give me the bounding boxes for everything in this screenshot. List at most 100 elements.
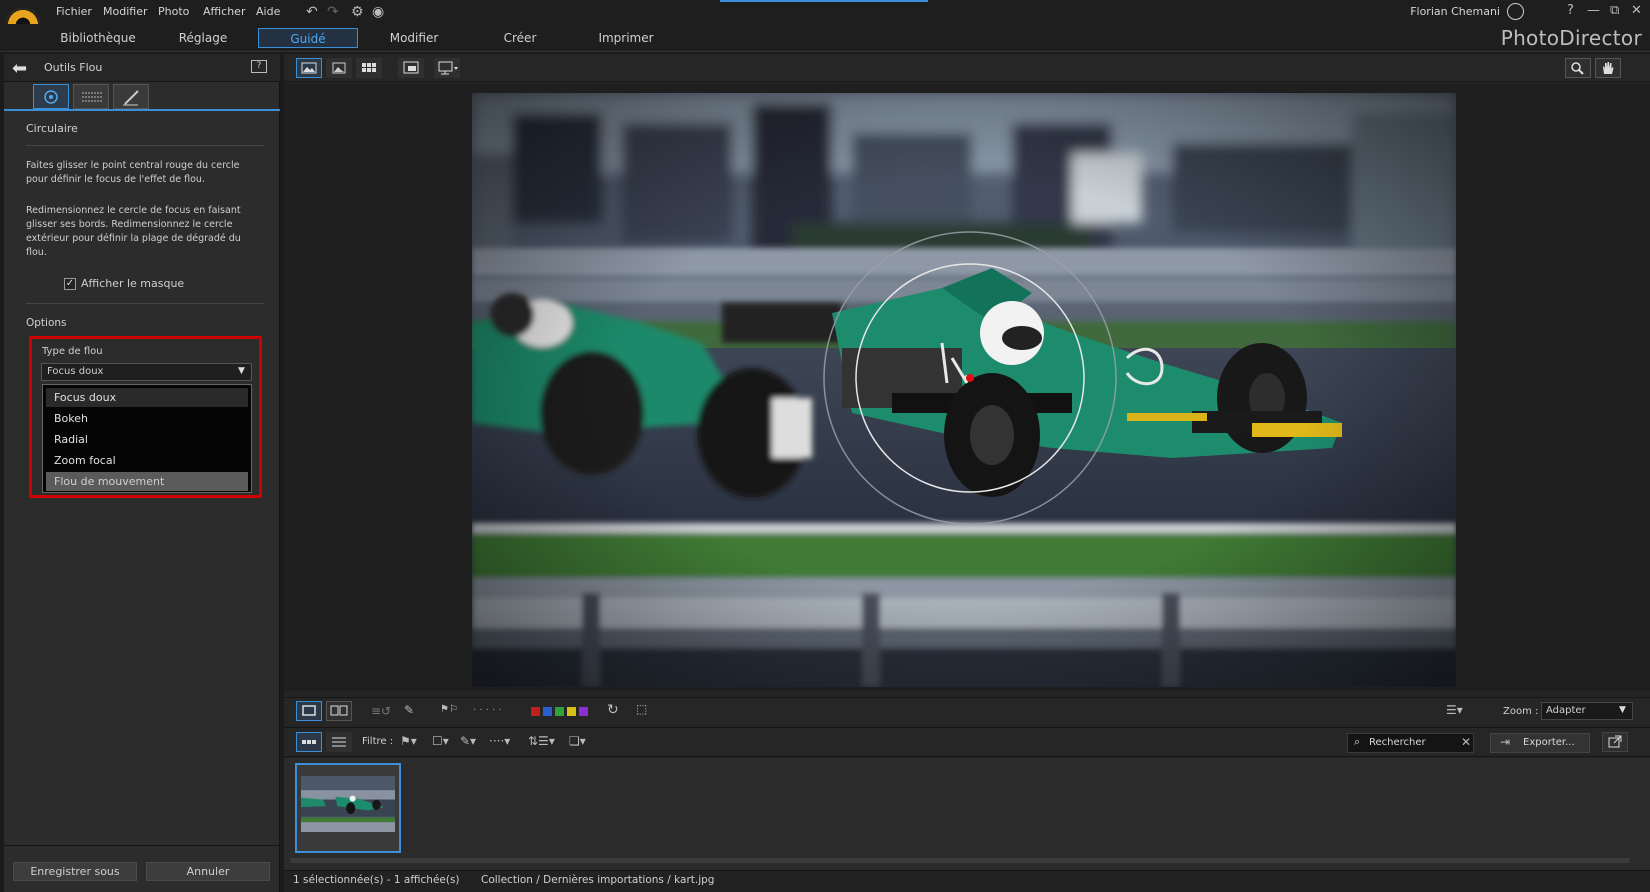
flip-icon[interactable]: ≡↺	[371, 704, 391, 718]
cancel-button[interactable]: Annuler	[146, 862, 270, 881]
show-mask-checkbox[interactable]: ✓	[64, 278, 76, 290]
subtab-underline	[4, 109, 280, 111]
rotate-icon[interactable]: ↻	[607, 702, 619, 718]
rating-dots[interactable]: · · · · ·	[473, 705, 502, 716]
race-car-photo[interactable]	[472, 93, 1456, 687]
single-frame-icon	[302, 705, 316, 716]
zoom-label: Zoom :	[1503, 706, 1539, 717]
flag-filter-icon[interactable]: ⚑▾	[400, 734, 417, 748]
label-yellow[interactable]	[567, 707, 576, 716]
brand-name: PhotoDirector	[1500, 26, 1642, 50]
external-link-icon	[1608, 735, 1622, 748]
blur-type-selected-value: Focus doux	[47, 366, 104, 377]
rating-filter-icon[interactable]: ☐▾	[432, 734, 449, 748]
divider	[26, 145, 264, 146]
section-options: Options	[26, 317, 67, 329]
title-progress-indicator	[720, 0, 928, 2]
filter-label: Filtre :	[362, 736, 394, 747]
save-as-button[interactable]: Enregistrer sous	[13, 862, 137, 881]
tab-imprimer[interactable]: Imprimer	[576, 28, 676, 48]
filmstrip	[284, 758, 1650, 870]
settings-gear-icon[interactable]: ⚙	[351, 4, 364, 20]
pan-tool-button[interactable]	[1595, 58, 1621, 78]
chevron-down-icon[interactable]: ▼	[238, 366, 245, 376]
menu-photo[interactable]: Photo	[158, 5, 189, 18]
panel-help-icon[interactable]: ?	[251, 60, 267, 73]
show-mask-label[interactable]: Afficher le masque	[81, 277, 184, 290]
blur-option-focus-doux[interactable]: Focus doux	[46, 388, 248, 407]
redo-icon[interactable]: ↷	[327, 4, 339, 20]
view-grid-button[interactable]	[356, 58, 382, 78]
crop-icon[interactable]: ⬚	[636, 702, 647, 716]
label-purple[interactable]	[579, 707, 588, 716]
tab-modifier[interactable]: Modifier	[364, 28, 464, 48]
instructions-resize: Redimensionnez le cercle de focus en fai…	[26, 205, 241, 258]
stack-icon[interactable]: ❏▾	[569, 734, 586, 748]
blur-option-flou-de-mouvement[interactable]: Flou de mouvement	[46, 472, 248, 491]
tab-circular-blur[interactable]	[33, 84, 69, 109]
restore-icon[interactable]: ⧉	[1610, 3, 1619, 18]
tab-linear-blur[interactable]	[73, 84, 109, 109]
menu-afficher[interactable]: Afficher	[203, 5, 245, 18]
blur-option-zoom-focal[interactable]: Zoom focal	[46, 451, 248, 470]
filmstrip-view-button[interactable]	[296, 732, 322, 752]
view-single-button[interactable]	[326, 58, 352, 78]
search-placeholder: Rechercher	[1369, 737, 1426, 748]
split-view-icon	[403, 61, 419, 74]
minimize-icon[interactable]: —	[1587, 3, 1600, 18]
undo-icon[interactable]: ↶	[306, 4, 318, 20]
divider	[4, 845, 280, 846]
menu-fichier[interactable]: Fichier	[56, 5, 92, 18]
share-button[interactable]	[1602, 732, 1628, 752]
panel-title: Outils Flou	[44, 61, 103, 74]
edit-filter-icon[interactable]: ✎▾	[460, 734, 476, 748]
flag-icon[interactable]: ⚑⚐	[440, 704, 458, 715]
tab-reglage[interactable]: Réglage	[153, 28, 253, 48]
tab-guide[interactable]: Guidé	[258, 28, 358, 48]
blur-option-bokeh[interactable]: Bokeh	[46, 409, 248, 428]
brush-icon	[123, 90, 139, 106]
notification-icon[interactable]: ◉	[372, 4, 384, 20]
single-view-button[interactable]	[296, 701, 322, 721]
menu-modifier[interactable]: Modifier	[103, 5, 147, 18]
label-green[interactable]	[555, 707, 564, 716]
view-toolbar	[284, 54, 1650, 82]
filmstrip-scrollbar[interactable]	[290, 858, 1630, 863]
image-view-icon	[301, 62, 317, 74]
section-circulaire: Circulaire	[26, 122, 78, 135]
help-icon[interactable]: ?	[1567, 3, 1574, 18]
tab-creer[interactable]: Créer	[470, 28, 570, 48]
clear-search-icon[interactable]: ✕	[1461, 735, 1471, 749]
user-avatar-icon[interactable]	[1507, 3, 1524, 20]
image-icon	[332, 62, 346, 74]
label-red[interactable]	[531, 707, 540, 716]
back-arrow-icon[interactable]: ⬅	[12, 58, 27, 79]
hand-icon	[1603, 62, 1614, 74]
compare-frames-icon	[330, 705, 348, 716]
compare-view-button[interactable]	[326, 701, 352, 721]
export-label: Exporter...	[1523, 737, 1575, 748]
list-view-button[interactable]	[326, 732, 352, 752]
user-name[interactable]: Florian Chemani	[1410, 5, 1500, 18]
tab-bibliotheque[interactable]: Bibliothèque	[48, 28, 148, 48]
export-icon: ⇥	[1500, 735, 1511, 749]
close-icon[interactable]: ✕	[1631, 3, 1642, 18]
more-filter-icon[interactable]: ····▾	[489, 734, 510, 748]
blur-option-radial[interactable]: Radial	[46, 430, 248, 449]
menu-aide[interactable]: Aide	[256, 5, 280, 18]
zoom-tool-button[interactable]	[1565, 58, 1591, 78]
monitor-button[interactable]	[434, 58, 460, 78]
chevron-down-icon[interactable]: ▼	[1619, 705, 1626, 715]
tab-brush-blur[interactable]	[113, 84, 149, 109]
monitor-icon	[438, 61, 458, 75]
sort-menu-icon[interactable]: ☰▾	[1446, 703, 1463, 717]
view-compare-button[interactable]	[296, 58, 322, 78]
label-blue[interactable]	[543, 707, 552, 716]
collection-path: Collection / Dernières importations / ka…	[481, 874, 715, 886]
sort-order-icon[interactable]: ⇅☰▾	[528, 734, 555, 748]
view-split-button[interactable]	[398, 58, 424, 78]
pen-eraser-icon[interactable]: ✎	[404, 703, 414, 717]
list-icon	[332, 737, 346, 747]
filmstrip-icon	[302, 740, 316, 744]
linear-lines-icon	[82, 92, 102, 102]
